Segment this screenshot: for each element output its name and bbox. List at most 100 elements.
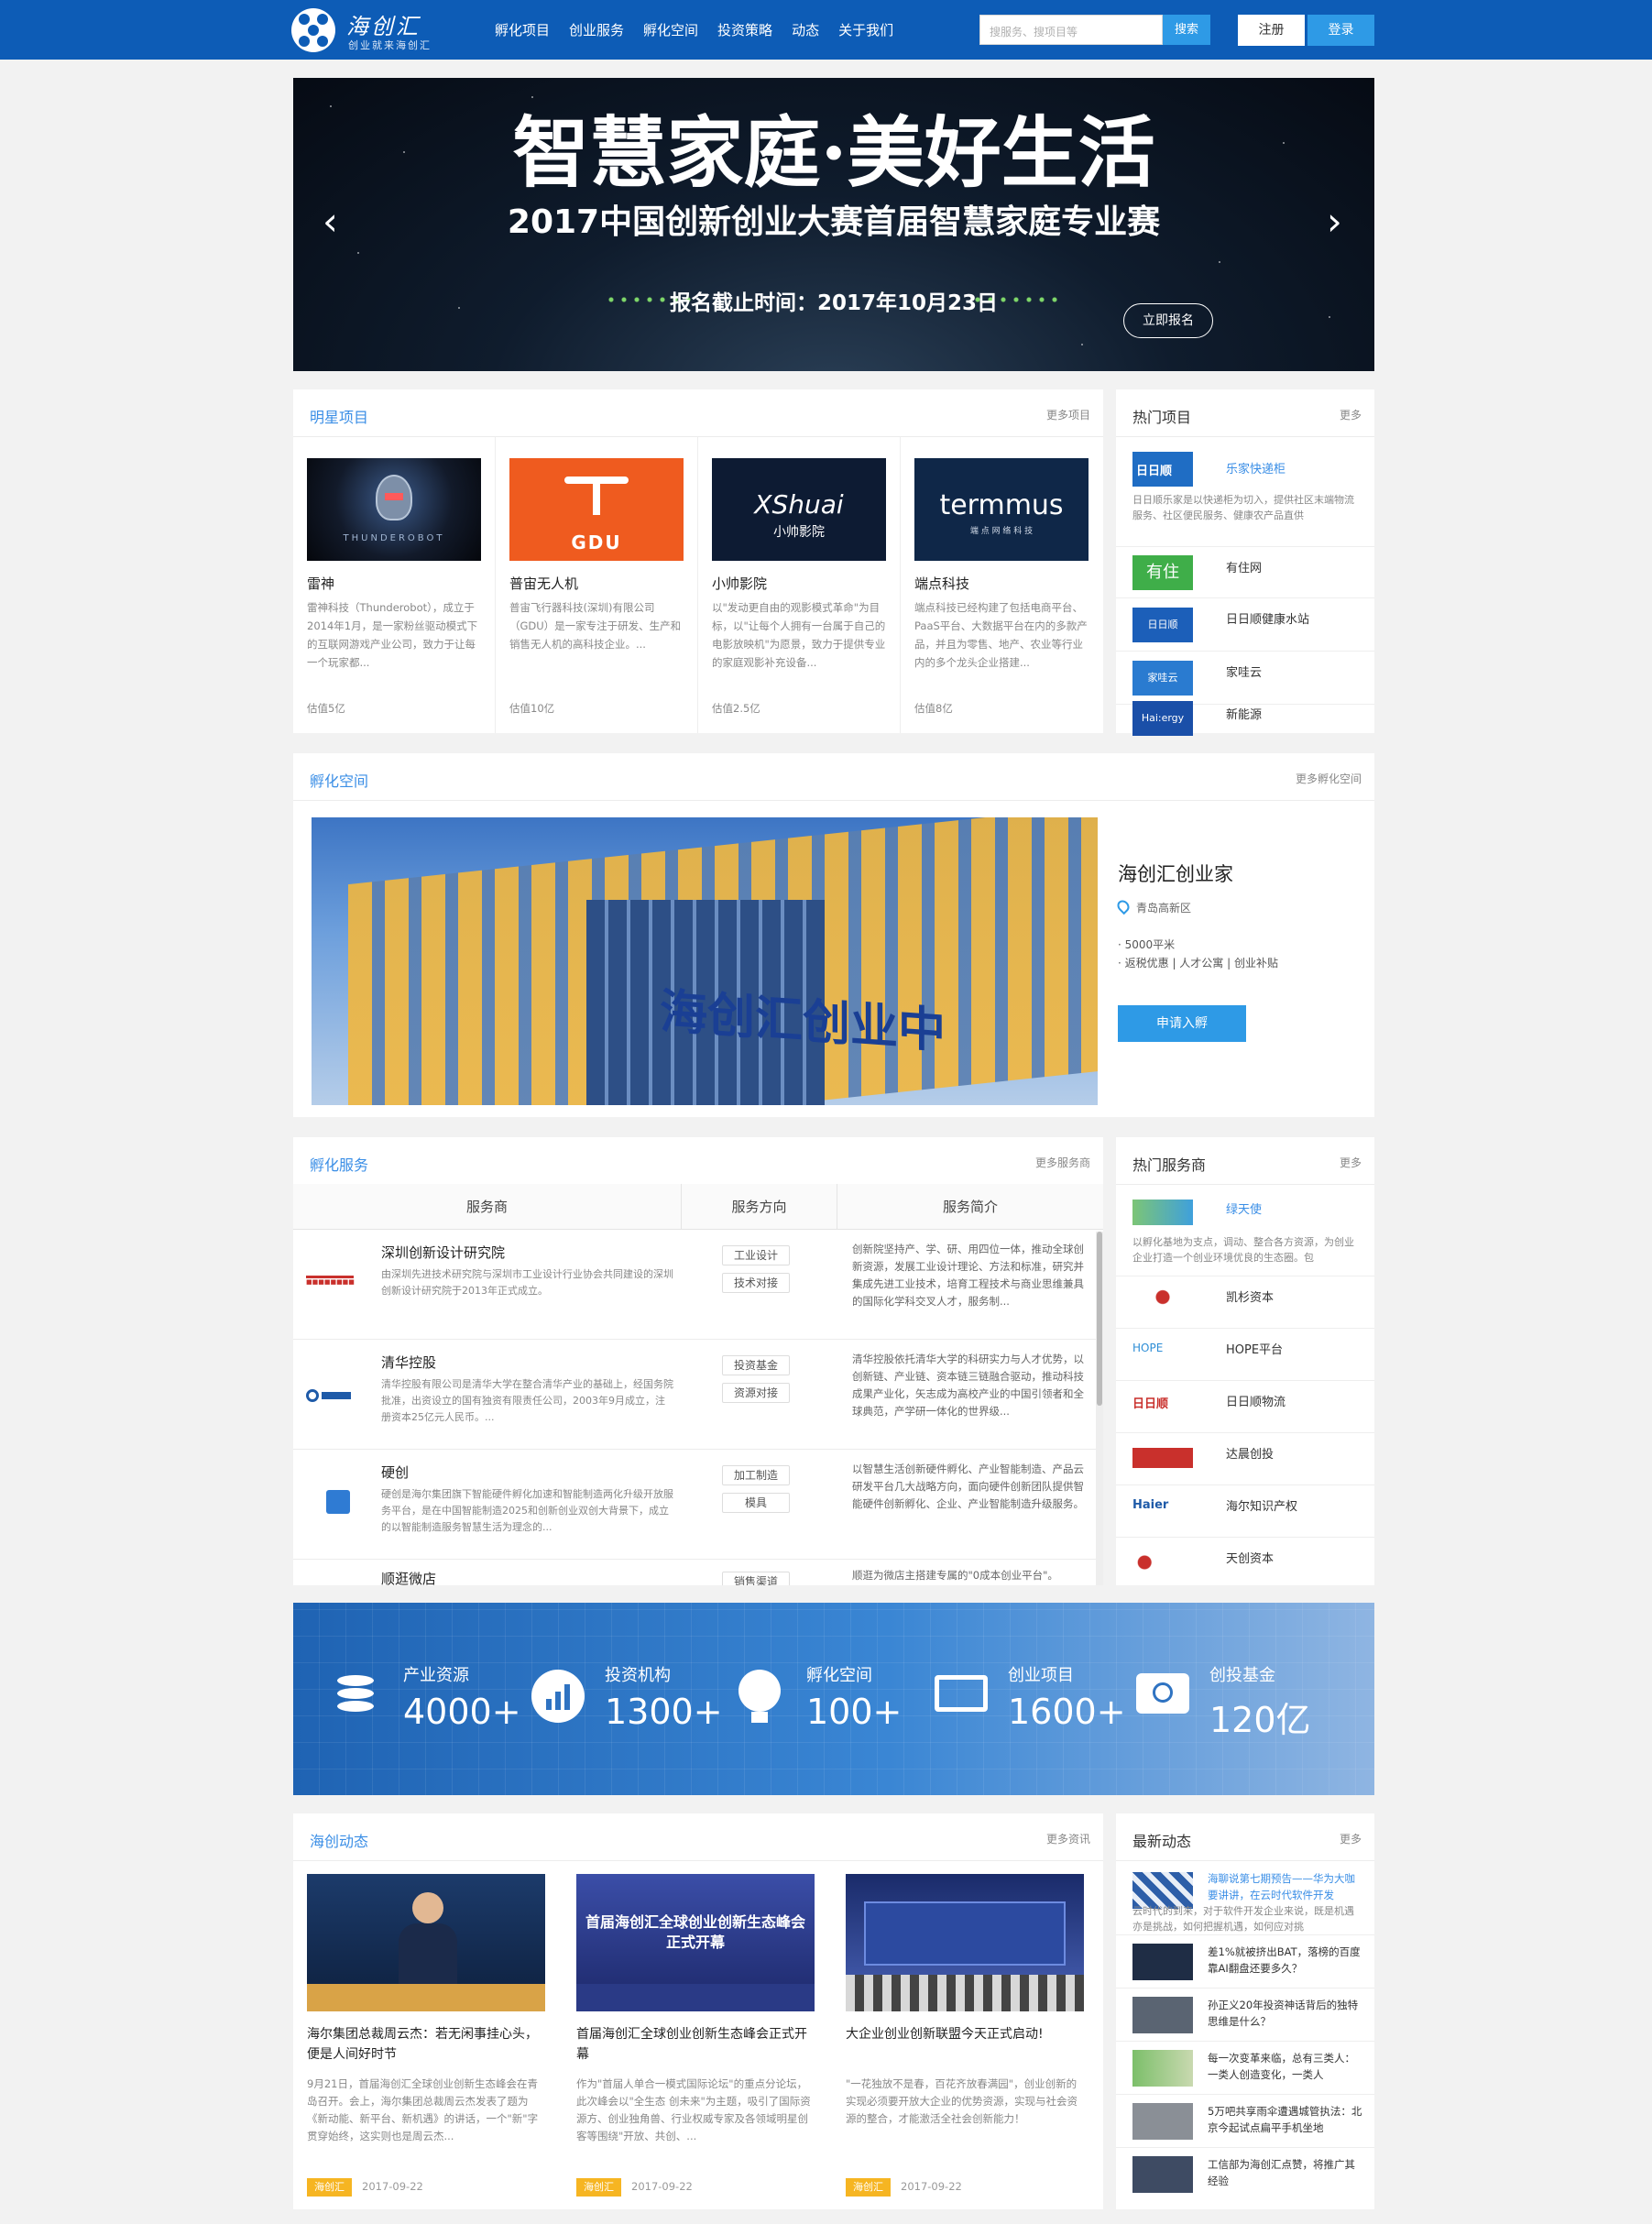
table-scrollbar[interactable] xyxy=(1096,1232,1103,1585)
incubation-space-photo[interactable]: 海创汇创业中 xyxy=(312,817,1098,1105)
col-header-direction: 服务方向 xyxy=(682,1184,837,1230)
register-button[interactable]: 注册 xyxy=(1238,15,1305,46)
project-image: THUNDEROBOT xyxy=(307,458,481,561)
more-providers-link[interactable]: 更多服务商 xyxy=(1035,1155,1090,1170)
provider-logo xyxy=(1132,1287,1193,1315)
project-card-leishen[interactable]: THUNDEROBOT 雷神 雷神科技（Thunderobot），成立于2014… xyxy=(307,458,481,715)
nav-item-investment[interactable]: 投资策略 xyxy=(717,20,772,39)
latest-thumb xyxy=(1132,1944,1193,1980)
banner-next-arrow-icon[interactable]: › xyxy=(1327,199,1342,244)
hot-provider-featured[interactable]: 绿天使 以孵化基地为支点，调动、整合各方资源，为创业企业打造一个创业环境优良的生… xyxy=(1116,1185,1374,1276)
project-image: termmus 端 点 网 络 科 技 xyxy=(914,458,1089,561)
news-card[interactable]: 大企业创业创新联盟今天正式启动! "一花独放不是春，百花齐放春满园"，创业创新的… xyxy=(846,1874,1084,2197)
provider-logo: HOPE xyxy=(1132,1342,1164,1354)
login-button[interactable]: 登录 xyxy=(1307,15,1374,46)
news-card[interactable]: 首届海创汇全球创业创新生态峰会正式开幕 首届海创汇全球创业创新生态峰会正式开幕 … xyxy=(576,1874,815,2197)
latest-panel: 最新动态 更多 海聊说第七期预告——华为大咖要讲讲，在云时代软件开发 云时代的到来… xyxy=(1116,1813,1374,2209)
provider-logo: Haier xyxy=(1132,1498,1169,1512)
news-tag[interactable]: 海创汇 xyxy=(846,2178,891,2197)
star-projects-title: 明星项目 xyxy=(310,409,369,426)
hot-provider-item[interactable]: 日日顺 日日顺物流 xyxy=(1116,1381,1374,1433)
news-image: 首届海创汇全球创业创新生态峰会正式开幕 xyxy=(576,1874,815,2011)
hot-provider-item[interactable]: 天创资本 xyxy=(1116,1538,1374,1585)
latest-thumb xyxy=(1132,1997,1193,2033)
news-image xyxy=(846,1874,1084,2011)
banner-title: 智慧家庭·美好生活 xyxy=(512,107,1155,198)
provider-logo xyxy=(1132,1448,1193,1468)
news-date: 2017-09-22 xyxy=(631,2180,693,2193)
project-image: XShuai 小帅影院 xyxy=(712,458,886,561)
more-spaces-link[interactable]: 更多孵化空间 xyxy=(1296,771,1362,786)
latest-title: 最新动态 xyxy=(1132,1833,1192,1850)
latest-thumb xyxy=(1132,2156,1193,2193)
search-button[interactable]: 搜索 xyxy=(1163,15,1210,45)
table-row[interactable]: 清华控股 清华控股有限公司是清华大学在整合清华产业的基础上，经国务院批准，出资设… xyxy=(293,1340,1103,1450)
apply-incubation-button[interactable]: 申请入孵 xyxy=(1118,1005,1246,1042)
provider-logo: ■■■■■■■■ xyxy=(306,1276,355,1299)
news-tag[interactable]: 海创汇 xyxy=(576,2178,621,2197)
hot-provider-item[interactable]: 达晨创投 xyxy=(1116,1433,1374,1485)
latest-item[interactable]: 5万吧共享雨伞遭遇城管执法：北京今起试点扁平手机坐地 xyxy=(1116,2095,1374,2148)
news-panel: 海创动态 更多资讯 海尔集团总裁周云杰：若无闲事挂心头，便是人间好时节 9月21日… xyxy=(293,1813,1103,2209)
col-header-intro: 服务简介 xyxy=(837,1184,1103,1230)
latest-featured[interactable]: 海聊说第七期预告——华为大咖要讲讲，在云时代软件开发 云时代的到来，对于软件开发… xyxy=(1116,1861,1374,1935)
main-nav: 孵化项目 创业服务 孵化空间 投资策略 动态 关于我们 xyxy=(495,0,913,60)
stats-banner: 产业资源 4000+ 投资机构 1300+ 孵化空间 100+ 创业项目 160… xyxy=(293,1603,1374,1795)
latest-item[interactable]: 每一次变革来临，总有三类人：一类人创造变化，一类人 xyxy=(1116,2042,1374,2095)
logo-slogan: 创业就来海创汇 xyxy=(348,39,432,51)
nav-item-about[interactable]: 关于我们 xyxy=(838,20,893,39)
news-date: 2017-09-22 xyxy=(362,2180,423,2193)
hot-project-featured[interactable]: 日日顺 乐家快递柜 日日顺乐家是以快递柜为切入，提供社区末端物流服务、社区便民服… xyxy=(1116,437,1374,547)
more-news-link[interactable]: 更多资讯 xyxy=(1046,1831,1090,1846)
location-pin-icon xyxy=(1114,897,1132,915)
hot-projects-more-link[interactable]: 更多 xyxy=(1340,407,1362,422)
hot-providers-more-link[interactable]: 更多 xyxy=(1340,1155,1362,1170)
space-feature: · 返税优惠 | 人才公寓 | 创业补贴 xyxy=(1118,957,1278,970)
logo-icon[interactable] xyxy=(291,8,335,52)
provider-logo: 日日顺 xyxy=(1132,1397,1169,1411)
nav-item-news[interactable]: 动态 xyxy=(792,20,819,39)
table-row[interactable]: 硬创 硬创是海尔集团旗下智能硬件孵化加速和智能制造两化升级开放服务平台，是在中国… xyxy=(293,1450,1103,1560)
hot-providers-title: 热门服务商 xyxy=(1132,1156,1207,1174)
hot-provider-item[interactable]: 凯杉资本 xyxy=(1116,1276,1374,1329)
space-name[interactable]: 海创汇创业家 xyxy=(1118,860,1233,887)
hot-project-item[interactable]: 有住 有住网 xyxy=(1116,547,1374,598)
latest-more-link[interactable]: 更多 xyxy=(1340,1831,1362,1846)
project-card-xshuai[interactable]: XShuai 小帅影院 小帅影院 以"发动更自由的观影模式革命"为目标，以"让每… xyxy=(712,458,886,715)
hot-project-item[interactable]: 日日顺 日日顺健康水站 xyxy=(1116,598,1374,652)
provider-logo xyxy=(306,1386,354,1409)
search-input[interactable]: 搜服务、搜项目等 xyxy=(979,15,1163,45)
news-tag[interactable]: 海创汇 xyxy=(307,2178,352,2197)
services-title: 孵化服务 xyxy=(310,1156,369,1174)
hot-project-logo: 日日顺 xyxy=(1132,452,1193,487)
news-card[interactable]: 海尔集团总裁周云杰：若无闲事挂心头，便是人间好时节 9月21日，首届海创汇全球创… xyxy=(307,1874,545,2197)
nav-item-incubation-space[interactable]: 孵化空间 xyxy=(643,20,698,39)
more-projects-link[interactable]: 更多项目 xyxy=(1046,407,1090,422)
hot-project-item[interactable]: Hai:ergy 新能源 xyxy=(1116,701,1374,736)
nav-item-startup-services[interactable]: 创业服务 xyxy=(569,20,624,39)
hot-provider-item[interactable]: Haier 海尔知识产权 xyxy=(1116,1485,1374,1538)
database-icon xyxy=(330,1670,383,1723)
lightbulb-icon xyxy=(738,1670,781,1723)
project-card-termmus[interactable]: termmus 端 点 网 络 科 技 端点科技 端点科技已经构建了包括电商平台… xyxy=(914,458,1089,715)
incubation-space-title: 孵化空间 xyxy=(310,772,369,790)
nav-item-incubation-projects[interactable]: 孵化项目 xyxy=(495,20,550,39)
latest-item[interactable]: 工信部为海创汇点赞，将推广其经验 xyxy=(1116,2148,1374,2203)
table-row[interactable]: ■■■■■■■■ 深圳创新设计研究院 由深圳先进技术研究院与深圳市工业设计行业协… xyxy=(293,1230,1103,1340)
latest-thumb xyxy=(1132,2050,1193,2087)
latest-item[interactable]: 孙正义20年投资神话背后的独特思维是什么？ xyxy=(1116,1988,1374,2042)
hot-project-item[interactable]: 家哇云 家哇云 xyxy=(1116,652,1374,705)
hot-provider-item[interactable]: HOPE HOPE平台 xyxy=(1116,1329,1374,1381)
space-feature: · 5000平米 xyxy=(1118,938,1176,951)
project-card-gdu[interactable]: GDU 普宙无人机 普宙飞行器科技(深圳)有限公司（GDU）是一家专注于研发、生… xyxy=(509,458,684,715)
logo-title[interactable]: 海创汇 xyxy=(346,8,421,40)
hot-providers-panel: 热门服务商 更多 绿天使 以孵化基地为支点，调动、整合各方资源，为创业企业打造一个… xyxy=(1116,1137,1374,1585)
banner-signup-button[interactable]: 立即报名 xyxy=(1123,303,1213,338)
banner-prev-arrow-icon[interactable]: ‹ xyxy=(323,199,338,244)
table-row[interactable]: 顺逛微店 销售渠道 顺逛为微店主搭建专属的"0成本创业平台"。 xyxy=(293,1560,1103,1585)
hero-banner[interactable]: 智慧家庭·美好生活 2017中国创新创业大赛首届智慧家庭专业赛 报名截止时间：2… xyxy=(293,78,1374,371)
news-image xyxy=(307,1874,545,2011)
star-projects-panel: 明星项目 更多项目 THUNDEROBOT 雷神 雷神科技（Thunderobot… xyxy=(293,389,1103,733)
hot-projects-panel: 热门项目 更多 日日顺 乐家快递柜 日日顺乐家是以快递柜为切入，提供社区末端物流服… xyxy=(1116,389,1374,736)
latest-item[interactable]: 差1%就被挤出BAT，落榜的百度靠AI翻盘还要多久？ xyxy=(1116,1935,1374,1988)
